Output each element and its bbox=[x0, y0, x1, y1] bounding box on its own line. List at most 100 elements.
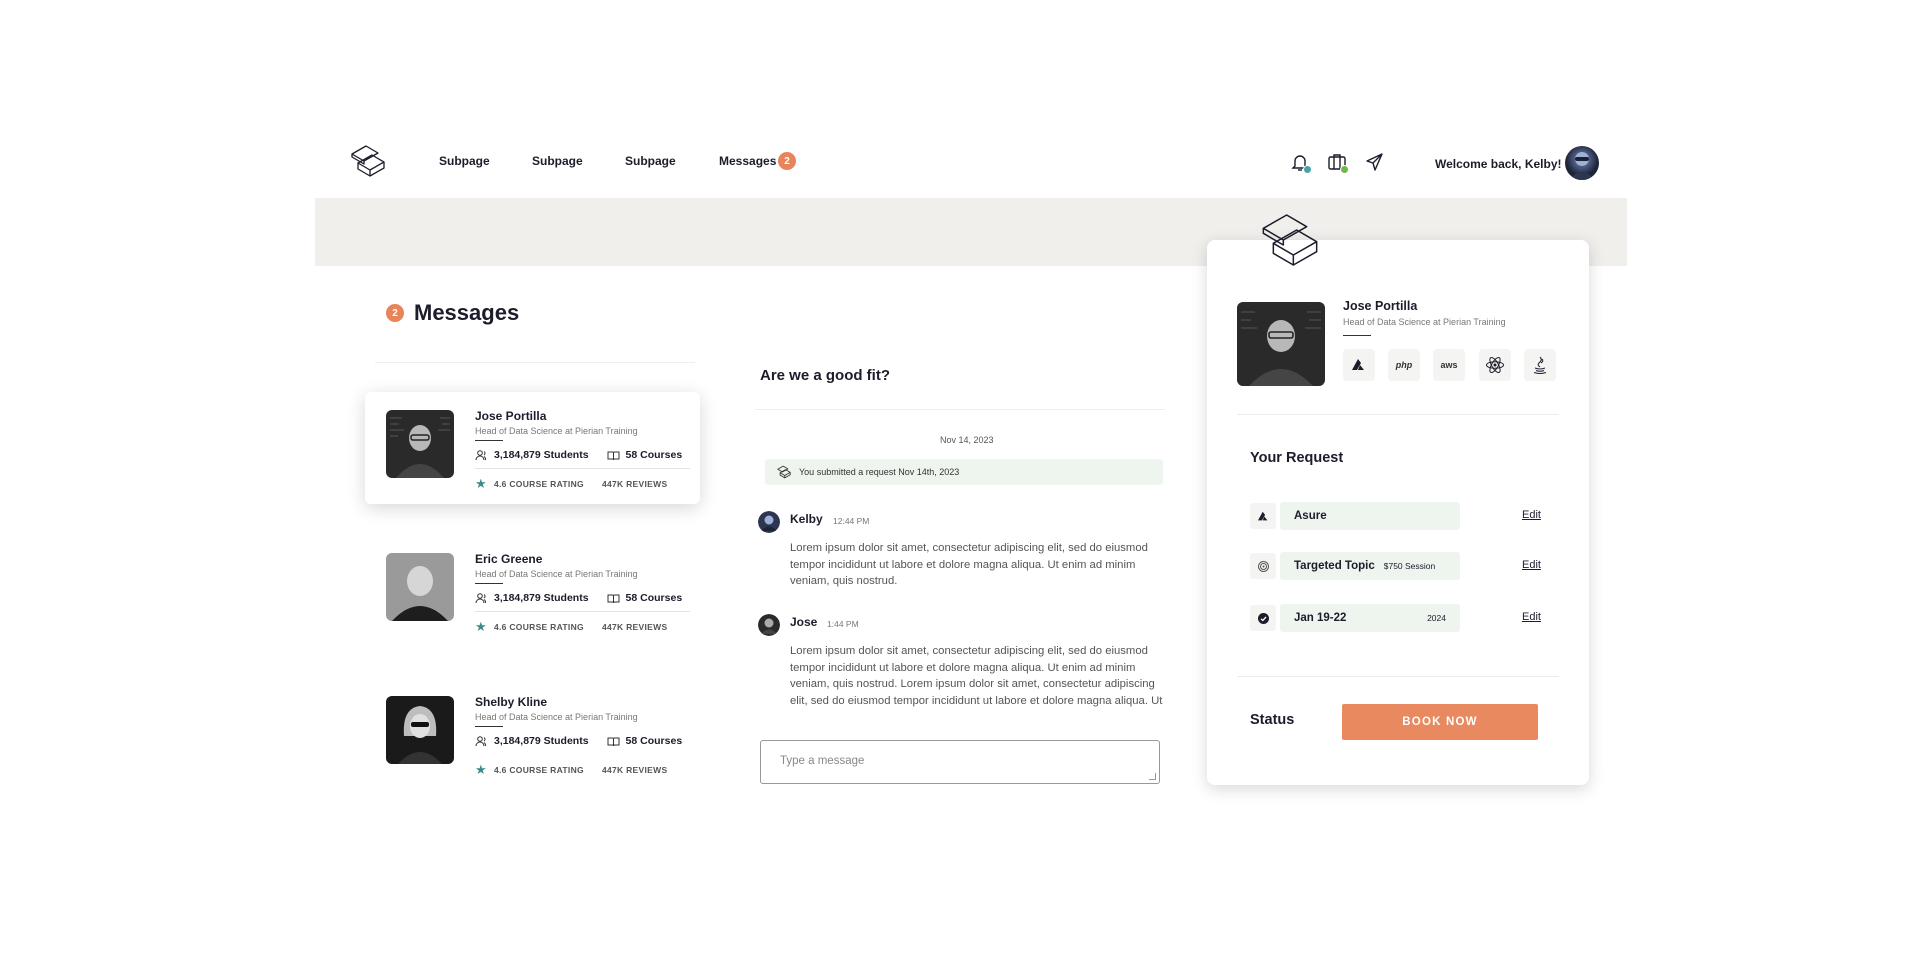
messages-heading: 2 Messages bbox=[386, 300, 519, 326]
request-card: Jose Portilla Head of Data Science at Pi… bbox=[1207, 240, 1589, 785]
briefcase-button[interactable] bbox=[1326, 151, 1349, 174]
chat-date: Nov 14, 2023 bbox=[940, 435, 994, 445]
logo-icon bbox=[777, 465, 791, 479]
courses-count: 58 Courses bbox=[625, 592, 683, 604]
divider bbox=[1343, 335, 1371, 336]
reviews-count: 447K REVIEWS bbox=[601, 622, 668, 632]
contact-role: Head of Data Science at Pierian Training bbox=[475, 426, 638, 436]
request-row-date: Jan 19-22 2024 Edit bbox=[1250, 604, 1541, 632]
request-icon bbox=[1250, 605, 1276, 631]
contact-stats: 3,184,879 Students 58 Courses bbox=[475, 449, 682, 461]
php-icon: php bbox=[1395, 360, 1413, 370]
tech-react[interactable] bbox=[1479, 349, 1511, 381]
request-row-platform: Asure Edit bbox=[1250, 502, 1541, 530]
sender-name: Jose bbox=[790, 615, 818, 629]
courses-count: 58 Courses bbox=[625, 449, 683, 461]
sender-avatar bbox=[758, 511, 780, 533]
azure-icon bbox=[1257, 511, 1267, 520]
contact-photo bbox=[386, 696, 454, 764]
instructor-photo bbox=[1237, 302, 1325, 386]
topic-icon bbox=[1257, 560, 1269, 572]
divider bbox=[375, 362, 695, 363]
students-count: 3,184,879 Students bbox=[494, 592, 589, 604]
sender-name: Kelby bbox=[790, 512, 823, 526]
tech-aws[interactable]: aws bbox=[1433, 349, 1465, 381]
message-input[interactable]: Type a message bbox=[760, 740, 1160, 784]
java-icon bbox=[1533, 356, 1547, 374]
instructor-role: Head of Data Science at Pierian Training bbox=[1343, 317, 1506, 327]
nav-link-subpage-2[interactable]: Subpage bbox=[532, 154, 583, 168]
courses-count: 58 Courses bbox=[625, 735, 683, 747]
reviews-count: 447K REVIEWS bbox=[601, 479, 668, 489]
request-field: Jan 19-22 2024 bbox=[1280, 604, 1460, 632]
request-row-topic: Targeted Topic $750 Session Edit bbox=[1250, 552, 1541, 580]
tech-java[interactable] bbox=[1524, 349, 1556, 381]
contact-rating: ★ 4.6 COURSE RATING 447K REVIEWS bbox=[475, 476, 667, 492]
book-icon bbox=[607, 737, 620, 746]
nav-link-messages[interactable]: Messages bbox=[719, 154, 776, 168]
contact-role: Head of Data Science at Pierian Training bbox=[475, 712, 638, 722]
divider bbox=[755, 409, 1165, 410]
request-value: Targeted Topic bbox=[1294, 560, 1375, 572]
contact-card-jose[interactable]: Jose Portilla Head of Data Science at Pi… bbox=[365, 392, 700, 504]
students-count: 3,184,879 Students bbox=[494, 449, 589, 461]
notifications-button[interactable] bbox=[1289, 151, 1312, 174]
reviews-count: 447K REVIEWS bbox=[601, 765, 668, 775]
users-icon bbox=[475, 735, 487, 746]
divider bbox=[1237, 414, 1559, 415]
divider bbox=[475, 611, 690, 612]
tech-php[interactable]: php bbox=[1388, 349, 1420, 381]
contact-stats: 3,184,879 Students 58 Courses bbox=[475, 735, 682, 747]
message-input-placeholder: Type a message bbox=[780, 755, 865, 767]
user-avatar[interactable] bbox=[1565, 146, 1599, 180]
page-title: Messages bbox=[414, 300, 520, 325]
users-icon bbox=[475, 449, 487, 460]
messages-count-badge: 2 bbox=[778, 152, 796, 170]
contact-card-shelby[interactable]: Shelby Kline Head of Data Science at Pie… bbox=[365, 678, 700, 790]
course-rating: 4.6 COURSE RATING bbox=[493, 622, 584, 632]
status-dot bbox=[1303, 165, 1312, 174]
nav-link-subpage-1[interactable]: Subpage bbox=[439, 154, 490, 168]
contact-name: Jose Portilla bbox=[475, 409, 547, 423]
contact-card-eric[interactable]: Eric Greene Head of Data Science at Pier… bbox=[365, 535, 700, 647]
star-icon: ★ bbox=[475, 762, 487, 777]
divider bbox=[475, 468, 690, 469]
course-rating: 4.6 COURSE RATING bbox=[493, 479, 584, 489]
brand-logo-icon bbox=[1262, 214, 1318, 266]
book-now-button[interactable]: BOOK NOW bbox=[1342, 704, 1538, 740]
react-icon bbox=[1486, 356, 1504, 374]
divider bbox=[475, 440, 503, 441]
sender-avatar bbox=[758, 614, 780, 636]
status-dot bbox=[1340, 165, 1349, 174]
nav-link-subpage-3[interactable]: Subpage bbox=[625, 154, 676, 168]
message-time: 12:44 PM bbox=[833, 516, 870, 526]
request-extra: 2024 bbox=[1427, 613, 1446, 623]
azure-icon bbox=[1352, 359, 1364, 370]
contact-photo bbox=[386, 410, 454, 478]
edit-link[interactable]: Edit bbox=[1522, 559, 1541, 571]
request-extra: $750 Session bbox=[1383, 561, 1436, 571]
divider bbox=[475, 726, 503, 727]
course-rating: 4.6 COURSE RATING bbox=[493, 765, 584, 775]
contact-name: Shelby Kline bbox=[475, 695, 548, 709]
edit-link[interactable]: Edit bbox=[1522, 509, 1541, 521]
edit-link[interactable]: Edit bbox=[1522, 611, 1541, 623]
contact-photo bbox=[386, 553, 454, 621]
logo-icon[interactable] bbox=[350, 143, 386, 179]
star-icon: ★ bbox=[475, 476, 487, 491]
students-count: 3,184,879 Students bbox=[494, 735, 589, 747]
send-button[interactable] bbox=[1363, 151, 1385, 173]
tech-azure[interactable] bbox=[1343, 349, 1375, 381]
aws-icon: aws bbox=[1440, 360, 1458, 370]
contact-stats: 3,184,879 Students 58 Courses bbox=[475, 592, 682, 604]
contact-rating: ★ 4.6 COURSE RATING 447K REVIEWS bbox=[475, 619, 667, 635]
instructor-name: Jose Portilla bbox=[1343, 299, 1418, 313]
welcome-text: Welcome back, Kelby! bbox=[1435, 157, 1562, 171]
book-icon bbox=[607, 594, 620, 603]
notice-text: You submitted a request Nov 14th, 2023 bbox=[799, 467, 960, 477]
message-time: 1:44 PM bbox=[827, 619, 859, 629]
resize-handle[interactable] bbox=[1149, 773, 1156, 780]
request-value: Jan 19-22 bbox=[1294, 612, 1347, 624]
request-icon bbox=[1250, 503, 1276, 529]
divider bbox=[1237, 676, 1559, 677]
